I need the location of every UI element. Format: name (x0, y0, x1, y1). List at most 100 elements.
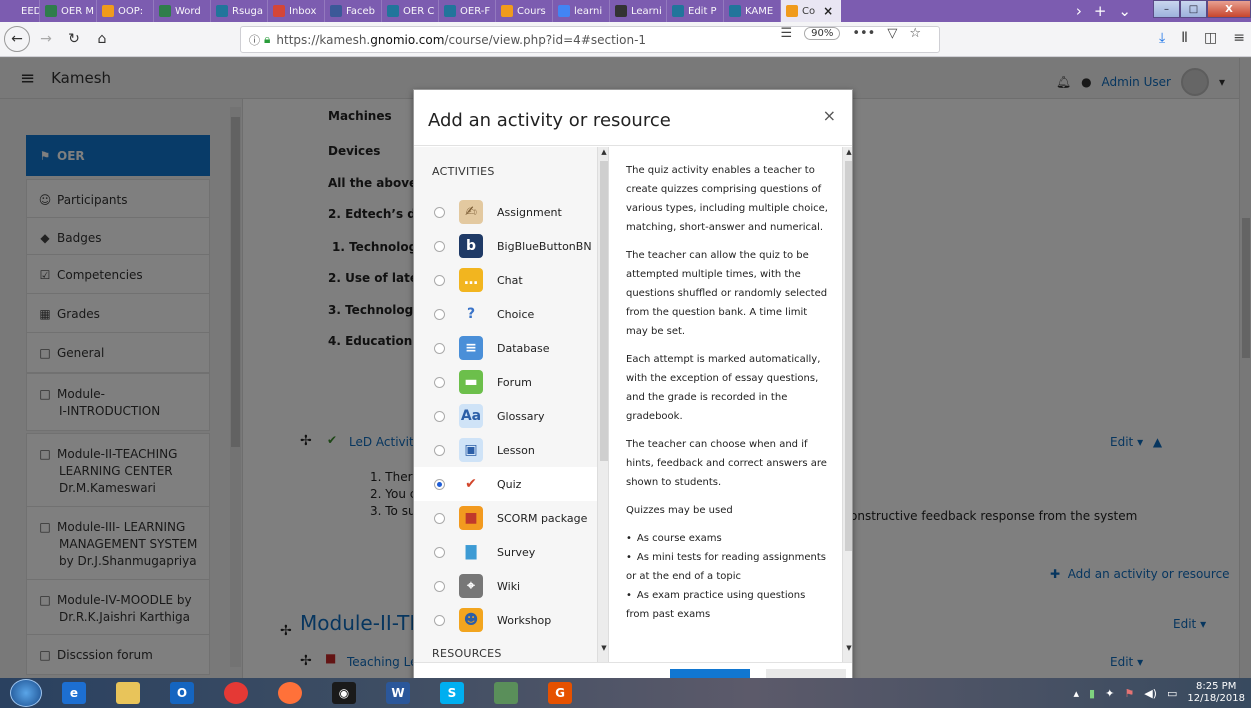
add-button[interactable] (670, 669, 750, 678)
option-workshop[interactable]: ☻ Workshop (414, 603, 597, 637)
taskbar-app[interactable] (214, 679, 258, 707)
browser-tab[interactable]: OER C (382, 0, 439, 22)
taskbar-app[interactable]: W (376, 679, 420, 707)
radio-button[interactable] (434, 342, 445, 354)
browser-tab[interactable]: OER M (40, 0, 97, 22)
tab-scroll-right-icon[interactable]: › (1076, 2, 1082, 20)
tab-label: OOP: (118, 5, 144, 17)
browser-tab[interactable]: Rsuga (211, 0, 268, 22)
radio-button[interactable] (434, 240, 445, 252)
description-paragraph: The teacher can choose when and if hints… (626, 439, 827, 488)
browser-tab[interactable]: KAME (724, 0, 781, 22)
browser-tab[interactable]: Edit P (667, 0, 724, 22)
bluetooth-icon[interactable]: ✦ (1105, 687, 1114, 700)
scroll-down-icon[interactable]: ▼ (598, 644, 608, 652)
tray-expand-icon[interactable]: ▴ (1074, 687, 1080, 700)
browser-tab[interactable]: EEDE (0, 0, 40, 22)
radio-button[interactable] (434, 512, 445, 524)
new-tab-button[interactable]: + (1094, 2, 1107, 20)
radio-button[interactable] (434, 546, 445, 558)
option-bigbluebuttonbn[interactable]: b BigBlueButtonBN (414, 229, 597, 263)
maximize-button[interactable]: □ (1180, 0, 1207, 18)
scroll-up-icon[interactable]: ▲ (598, 148, 608, 156)
browser-navbar: ← → ↻ ⌂ ⓘ 🔒︎ https://kamesh. gnomio.com/c… (0, 22, 1251, 57)
option-scorm-package[interactable]: ■ SCORM package (414, 501, 597, 535)
minimize-button[interactable]: – (1153, 0, 1180, 18)
browser-tab[interactable]: learni (553, 0, 610, 22)
browser-tab[interactable]: OER-F (439, 0, 496, 22)
option-survey[interactable]: ▇ Survey (414, 535, 597, 569)
radio-button[interactable] (434, 308, 445, 320)
taskbar-app[interactable]: ◉ (322, 679, 366, 707)
browser-tab[interactable]: OOP: (97, 0, 154, 22)
radio-button[interactable] (434, 206, 445, 218)
download-icon[interactable]: ⤓ (1159, 30, 1165, 46)
clock[interactable]: 8:25 PM 12/18/2018 (1187, 681, 1245, 705)
browser-tab[interactable]: Word (154, 0, 211, 22)
option-quiz[interactable]: ✔ Quiz (414, 467, 597, 501)
sidebar-icon[interactable]: ◫ (1204, 30, 1217, 46)
taskbar-app[interactable]: O (160, 679, 204, 707)
wordpress-icon (387, 5, 399, 17)
network-icon[interactable]: ▮ (1089, 687, 1095, 700)
taskbar-app[interactable]: G (538, 679, 582, 707)
scorm-icon: ■ (459, 506, 483, 530)
taskbar-app[interactable]: S (430, 679, 474, 707)
browser-tab[interactable]: Faceb (325, 0, 382, 22)
forward-button[interactable]: → (34, 27, 58, 51)
radio-button[interactable] (434, 410, 445, 422)
menu-icon[interactable]: ≡ (1233, 30, 1245, 46)
start-button[interactable] (10, 679, 42, 707)
option-label: Choice (497, 307, 535, 321)
tab-close-icon[interactable]: × (823, 4, 833, 18)
option-lesson[interactable]: ▣ Lesson (414, 433, 597, 467)
taskbar-app[interactable] (268, 679, 312, 707)
scroll-down-icon[interactable]: ▼ (843, 644, 852, 652)
library-icon[interactable]: Ⅱ (1181, 30, 1188, 46)
option-chat[interactable]: … Chat (414, 263, 597, 297)
page-actions-icon[interactable]: ••• (852, 26, 875, 41)
lesson-icon: ▣ (459, 438, 483, 462)
window-close-button[interactable]: X (1207, 0, 1251, 18)
radio-button[interactable] (434, 580, 445, 592)
description-scrollbar[interactable]: ▲ ▼ (842, 147, 852, 662)
home-button[interactable]: ⌂ (90, 27, 114, 51)
option-wiki[interactable]: ⌖ Wiki (414, 569, 597, 603)
radio-button[interactable] (434, 444, 445, 456)
tab-list-chevron-icon[interactable]: ⌄ (1118, 2, 1131, 20)
zoom-level[interactable]: 90% (804, 27, 841, 40)
taskbar-app[interactable] (484, 679, 528, 707)
tab-label: Inbox (289, 5, 317, 17)
radio-button[interactable] (434, 478, 445, 490)
pocket-icon[interactable]: ▽ (887, 26, 897, 41)
site-info-icon[interactable]: ⓘ (249, 32, 260, 48)
reload-button[interactable]: ↻ (62, 27, 86, 51)
browser-tab[interactable]: Learni (610, 0, 667, 22)
browser-tab[interactable]: Inbox (268, 0, 325, 22)
scroll-up-icon[interactable]: ▲ (843, 148, 852, 156)
bookmark-star-icon[interactable]: ☆ (909, 26, 921, 41)
radio-button[interactable] (434, 376, 445, 388)
tab-label: OER C (403, 5, 435, 17)
taskbar-app[interactable] (106, 679, 150, 707)
reader-view-icon[interactable]: ☰ (780, 26, 792, 41)
table-icon (159, 5, 171, 17)
option-glossary[interactable]: Aa Glossary (414, 399, 597, 433)
action-center-icon[interactable]: ▭ (1167, 687, 1177, 700)
volume-icon[interactable]: ◀) (1144, 687, 1157, 700)
cancel-button[interactable] (766, 669, 846, 678)
option-forum[interactable]: ▬ Forum (414, 365, 597, 399)
browser-tab[interactable]: Co × (781, 0, 841, 22)
browser-tab[interactable]: Cours (496, 0, 553, 22)
close-icon[interactable]: × (823, 106, 836, 125)
back-button[interactable]: ← (4, 26, 30, 52)
option-assignment[interactable]: ✍ Assignment (414, 195, 597, 229)
option-label: Chat (497, 273, 523, 287)
radio-button[interactable] (434, 274, 445, 286)
taskbar-app[interactable]: e (52, 679, 96, 707)
options-scrollbar[interactable]: ▲ ▼ (597, 147, 608, 662)
radio-button[interactable] (434, 614, 445, 626)
option-database[interactable]: ≡ Database (414, 331, 597, 365)
flag-icon[interactable]: ⚑ (1124, 687, 1134, 700)
option-choice[interactable]: ? Choice (414, 297, 597, 331)
